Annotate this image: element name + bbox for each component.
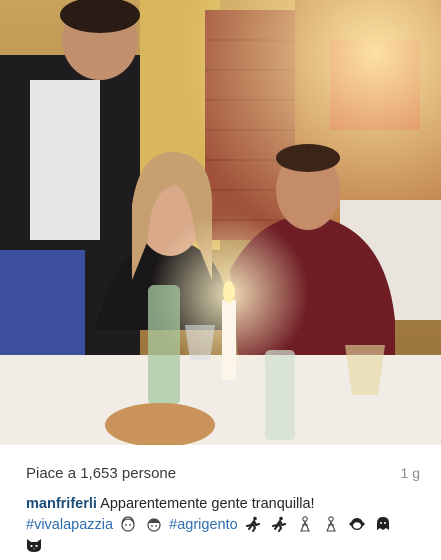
runner-icon (245, 516, 261, 532)
likes-count[interactable]: Piace a 1,653 persone (26, 465, 176, 482)
post-photo[interactable] (0, 0, 441, 445)
username-link[interactable]: manfriferli (26, 496, 97, 512)
runner-icon (271, 516, 287, 532)
hashtag-vivalapazzia[interactable]: #vivalapazzia (26, 517, 113, 533)
post-time[interactable]: 1 g (401, 465, 420, 481)
hashtag-agrigento[interactable]: #agrigento (169, 517, 238, 533)
cat-face-icon (26, 537, 42, 553)
man-face-icon (146, 516, 162, 532)
monkey-face-icon (349, 516, 365, 532)
caption: manfriferli Apparentemente gente tranqui… (26, 494, 426, 557)
likes-row: Piace a 1,653 persone 1 g (26, 465, 420, 485)
post-meta: Piace a 1,653 persone 1 g manfriferli Ap… (0, 445, 441, 560)
caption-text: Apparentemente gente tranquilla! (100, 496, 315, 512)
dancer-icon (323, 516, 339, 532)
woman-face-icon (120, 516, 136, 532)
dancer-icon (297, 516, 313, 532)
ghost-face-icon (375, 516, 391, 532)
